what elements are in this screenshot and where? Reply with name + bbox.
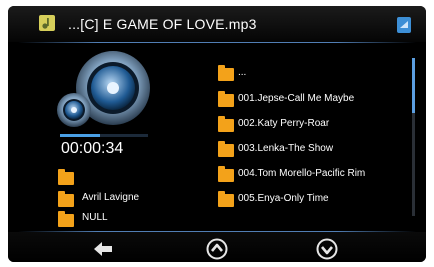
list-item[interactable]: 002.Katy Perry-Roar bbox=[218, 113, 408, 137]
list-item[interactable]: 004.Tom Morello-Pacific Rim bbox=[218, 163, 408, 187]
folder-icon bbox=[218, 65, 234, 81]
list-item[interactable]: 005.Enya-Only Time bbox=[218, 188, 408, 212]
chevron-up-circle-icon[interactable] bbox=[206, 238, 228, 260]
playback-progress-bar[interactable] bbox=[60, 134, 148, 137]
elapsed-time: 00:00:34 bbox=[61, 140, 124, 157]
music-note-card-icon[interactable] bbox=[38, 14, 56, 32]
media-player-screen: ...[C] E GAME OF LOVE.mp3 00:00:34 Avril… bbox=[8, 6, 426, 262]
folder-icon bbox=[218, 116, 234, 132]
back-arrow-icon[interactable] bbox=[92, 238, 114, 260]
list-item[interactable]: ... bbox=[218, 62, 408, 86]
artist-folder-icon bbox=[58, 191, 74, 207]
list-item-label: 003.Lenka-The Show bbox=[238, 143, 334, 154]
bottom-divider-line bbox=[18, 231, 416, 232]
song-title: ...[C] E GAME OF LOVE.mp3 bbox=[68, 16, 257, 32]
folder-icon bbox=[218, 91, 234, 107]
folder-icon bbox=[58, 169, 74, 185]
progress-fill bbox=[60, 134, 100, 137]
artist-name: Avril Lavigne bbox=[82, 192, 140, 203]
folder-icon bbox=[218, 166, 234, 182]
list-item[interactable]: 001.Jepse-Call Me Maybe bbox=[218, 88, 408, 112]
album-folder-icon bbox=[58, 211, 74, 227]
list-item-label: 004.Tom Morello-Pacific Rim bbox=[238, 168, 366, 179]
list-item-label: 001.Jepse-Call Me Maybe bbox=[238, 93, 355, 104]
list-item-label: 005.Enya-Only Time bbox=[238, 193, 329, 204]
title-bar: ...[C] E GAME OF LOVE.mp3 bbox=[8, 6, 426, 42]
bottom-nav-bar bbox=[8, 232, 426, 262]
list-scrollbar[interactable] bbox=[412, 58, 415, 216]
scroll-thumb[interactable] bbox=[412, 58, 415, 114]
list-item[interactable]: 003.Lenka-The Show bbox=[218, 138, 408, 162]
folder-icon bbox=[218, 141, 234, 157]
folder-icon bbox=[218, 191, 234, 207]
list-item-label: ... bbox=[238, 67, 247, 78]
settings-card-icon[interactable] bbox=[396, 16, 412, 34]
list-item-label: 002.Katy Perry-Roar bbox=[238, 118, 330, 129]
divider-line bbox=[18, 42, 416, 43]
album-name: NULL bbox=[82, 212, 108, 223]
chevron-down-circle-icon[interactable] bbox=[316, 238, 338, 260]
